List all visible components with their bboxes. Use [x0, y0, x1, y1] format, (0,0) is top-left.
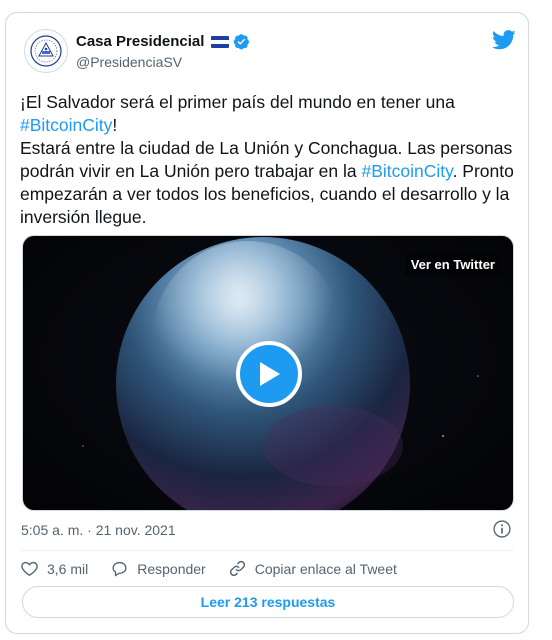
tweet-text-part: ! — [112, 115, 118, 135]
twitter-bird-icon[interactable] — [492, 29, 516, 51]
info-icon[interactable] — [492, 519, 512, 539]
video-player[interactable]: Ver en Twitter — [22, 235, 514, 511]
link-icon — [229, 560, 245, 577]
like-count: 3,6 mil — [47, 560, 89, 577]
tweet-text-part: ¡El Salvador será el primer país del mun… — [20, 92, 455, 112]
tweet-card[interactable]: Casa Presidencial @PresidenciaSV ¡El Sal… — [5, 12, 529, 634]
account-handle[interactable]: @PresidenciaSV — [76, 54, 182, 70]
reply-button[interactable]: Responder — [110, 559, 206, 578]
reply-label: Responder — [137, 560, 206, 577]
coat-of-arms-icon — [30, 35, 62, 67]
read-replies-button[interactable]: Leer 213 respuestas — [22, 586, 514, 618]
verified-badge-icon — [234, 34, 250, 50]
el-salvador-flag-icon — [211, 35, 230, 48]
play-icon — [260, 362, 280, 386]
reply-bubble-icon — [112, 561, 127, 577]
heart-icon — [21, 561, 38, 577]
tweet-actions: 3,6 mil Responder Copiar enlace al Tweet — [20, 559, 419, 578]
hashtag-link[interactable]: #BitcoinCity — [361, 161, 452, 181]
copy-link-button[interactable]: Copiar enlace al Tweet — [228, 559, 397, 578]
view-on-twitter-label[interactable]: Ver en Twitter — [404, 253, 501, 276]
hashtag-link[interactable]: #BitcoinCity — [20, 115, 112, 135]
avatar[interactable] — [24, 29, 68, 73]
like-button[interactable]: 3,6 mil — [20, 559, 88, 578]
copy-link-label: Copiar enlace al Tweet — [254, 560, 397, 577]
divider — [20, 550, 514, 551]
play-button[interactable] — [236, 341, 302, 407]
tweet-text: ¡El Salvador será el primer país del mun… — [20, 91, 516, 229]
tweet-timestamp[interactable]: 5:05 a. m. · 21 nov. 2021 — [21, 522, 176, 538]
display-name[interactable]: Casa Presidencial — [76, 33, 204, 50]
